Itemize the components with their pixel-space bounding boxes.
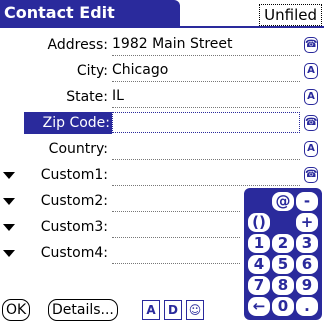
country-label: Country: bbox=[48, 141, 108, 157]
key-at[interactable]: @ bbox=[272, 192, 294, 211]
custom2-label[interactable]: Custom2: bbox=[0, 190, 108, 212]
country-field[interactable] bbox=[112, 138, 300, 160]
key-8[interactable]: 8 bbox=[272, 276, 294, 295]
phone-book-icon[interactable]: ☎ bbox=[304, 37, 318, 53]
text-icon[interactable]: A bbox=[304, 89, 318, 105]
text-icon[interactable]: A bbox=[304, 63, 318, 79]
page-title: Contact Edit bbox=[0, 0, 180, 26]
zip-code-field[interactable] bbox=[112, 112, 300, 133]
custom1-field[interactable] bbox=[112, 164, 300, 186]
key-7[interactable]: 7 bbox=[248, 276, 270, 295]
key-0[interactable]: 0 bbox=[272, 297, 294, 316]
key-1[interactable]: 1 bbox=[248, 234, 270, 253]
field-row-country: Country: A bbox=[0, 138, 318, 160]
custom4-field[interactable] bbox=[112, 242, 240, 264]
address-field[interactable]: 1982 Main Street bbox=[112, 34, 300, 56]
title-divider bbox=[0, 26, 324, 28]
ok-button[interactable]: OK bbox=[2, 299, 31, 321]
key-period[interactable]: . bbox=[296, 297, 318, 316]
zip-code-label: Zip Code: bbox=[24, 112, 112, 134]
field-row-custom1: Custom1: ☎ bbox=[0, 164, 318, 186]
key-2[interactable]: 2 bbox=[272, 234, 294, 253]
key-4[interactable]: 4 bbox=[248, 255, 270, 274]
address-label: Address: bbox=[47, 37, 108, 53]
state-label: State: bbox=[66, 89, 108, 105]
numeric-keypad: @ - () + 1 2 3 4 5 6 7 8 9 ← 0 . bbox=[244, 188, 322, 320]
field-row-zip: Zip Code: ☎ bbox=[0, 112, 318, 134]
note-icon[interactable]: D bbox=[164, 300, 182, 320]
key-3[interactable]: 3 bbox=[296, 234, 318, 253]
smiley-icon[interactable]: ☺ bbox=[186, 300, 204, 320]
phone-book-icon[interactable]: ☎ bbox=[304, 167, 318, 183]
custom2-field[interactable] bbox=[112, 190, 240, 212]
field-row-address: Address: 1982 Main Street ☎ bbox=[0, 34, 318, 56]
backspace-key[interactable]: ← bbox=[248, 297, 270, 316]
city-field[interactable]: Chicago bbox=[112, 60, 300, 82]
details-button[interactable]: Details... bbox=[48, 299, 118, 321]
custom4-label[interactable]: Custom4: bbox=[0, 242, 108, 264]
city-label: City: bbox=[76, 63, 108, 79]
category-dropdown[interactable]: Unfiled bbox=[259, 4, 322, 26]
phone-book-icon[interactable]: ☎ bbox=[304, 115, 318, 131]
key-minus[interactable]: - bbox=[296, 192, 318, 211]
custom3-field[interactable] bbox=[112, 216, 240, 238]
key-parens[interactable]: () bbox=[248, 213, 270, 232]
alpha-icon[interactable]: A bbox=[142, 300, 160, 320]
key-9[interactable]: 9 bbox=[296, 276, 318, 295]
key-5[interactable]: 5 bbox=[272, 255, 294, 274]
custom3-label[interactable]: Custom3: bbox=[0, 216, 108, 238]
field-row-city: City: Chicago A bbox=[0, 60, 318, 82]
field-row-state: State: IL A bbox=[0, 86, 318, 108]
custom1-label[interactable]: Custom1: bbox=[0, 164, 108, 186]
state-field[interactable]: IL bbox=[112, 86, 300, 108]
text-icon[interactable]: A bbox=[304, 141, 318, 157]
key-6[interactable]: 6 bbox=[296, 255, 318, 274]
key-plus[interactable]: + bbox=[296, 213, 318, 232]
